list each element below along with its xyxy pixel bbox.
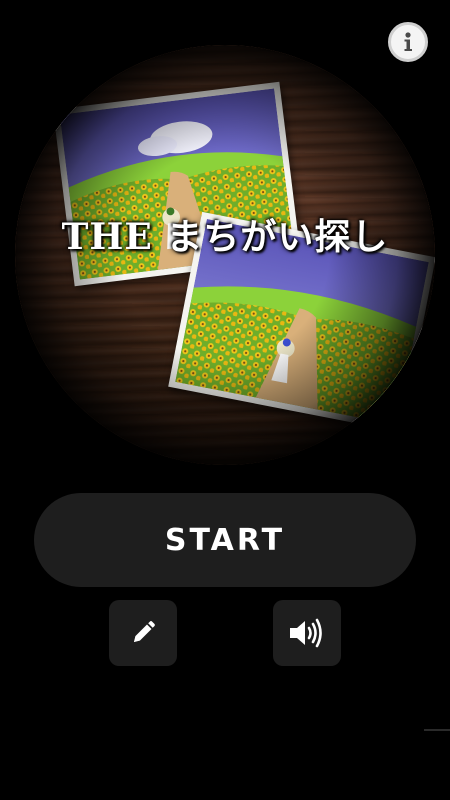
info-icon [404,32,412,51]
speaker-volume-icon [290,618,322,648]
info-button[interactable] [388,22,428,62]
edit-button[interactable] [109,600,177,666]
pencil-icon [134,621,155,642]
start-button[interactable]: START [34,493,416,587]
start-button-label: START [164,522,286,558]
sound-button[interactable] [273,600,341,666]
game-title: THE まちがい探し [61,216,389,258]
edge-divider [424,729,450,731]
